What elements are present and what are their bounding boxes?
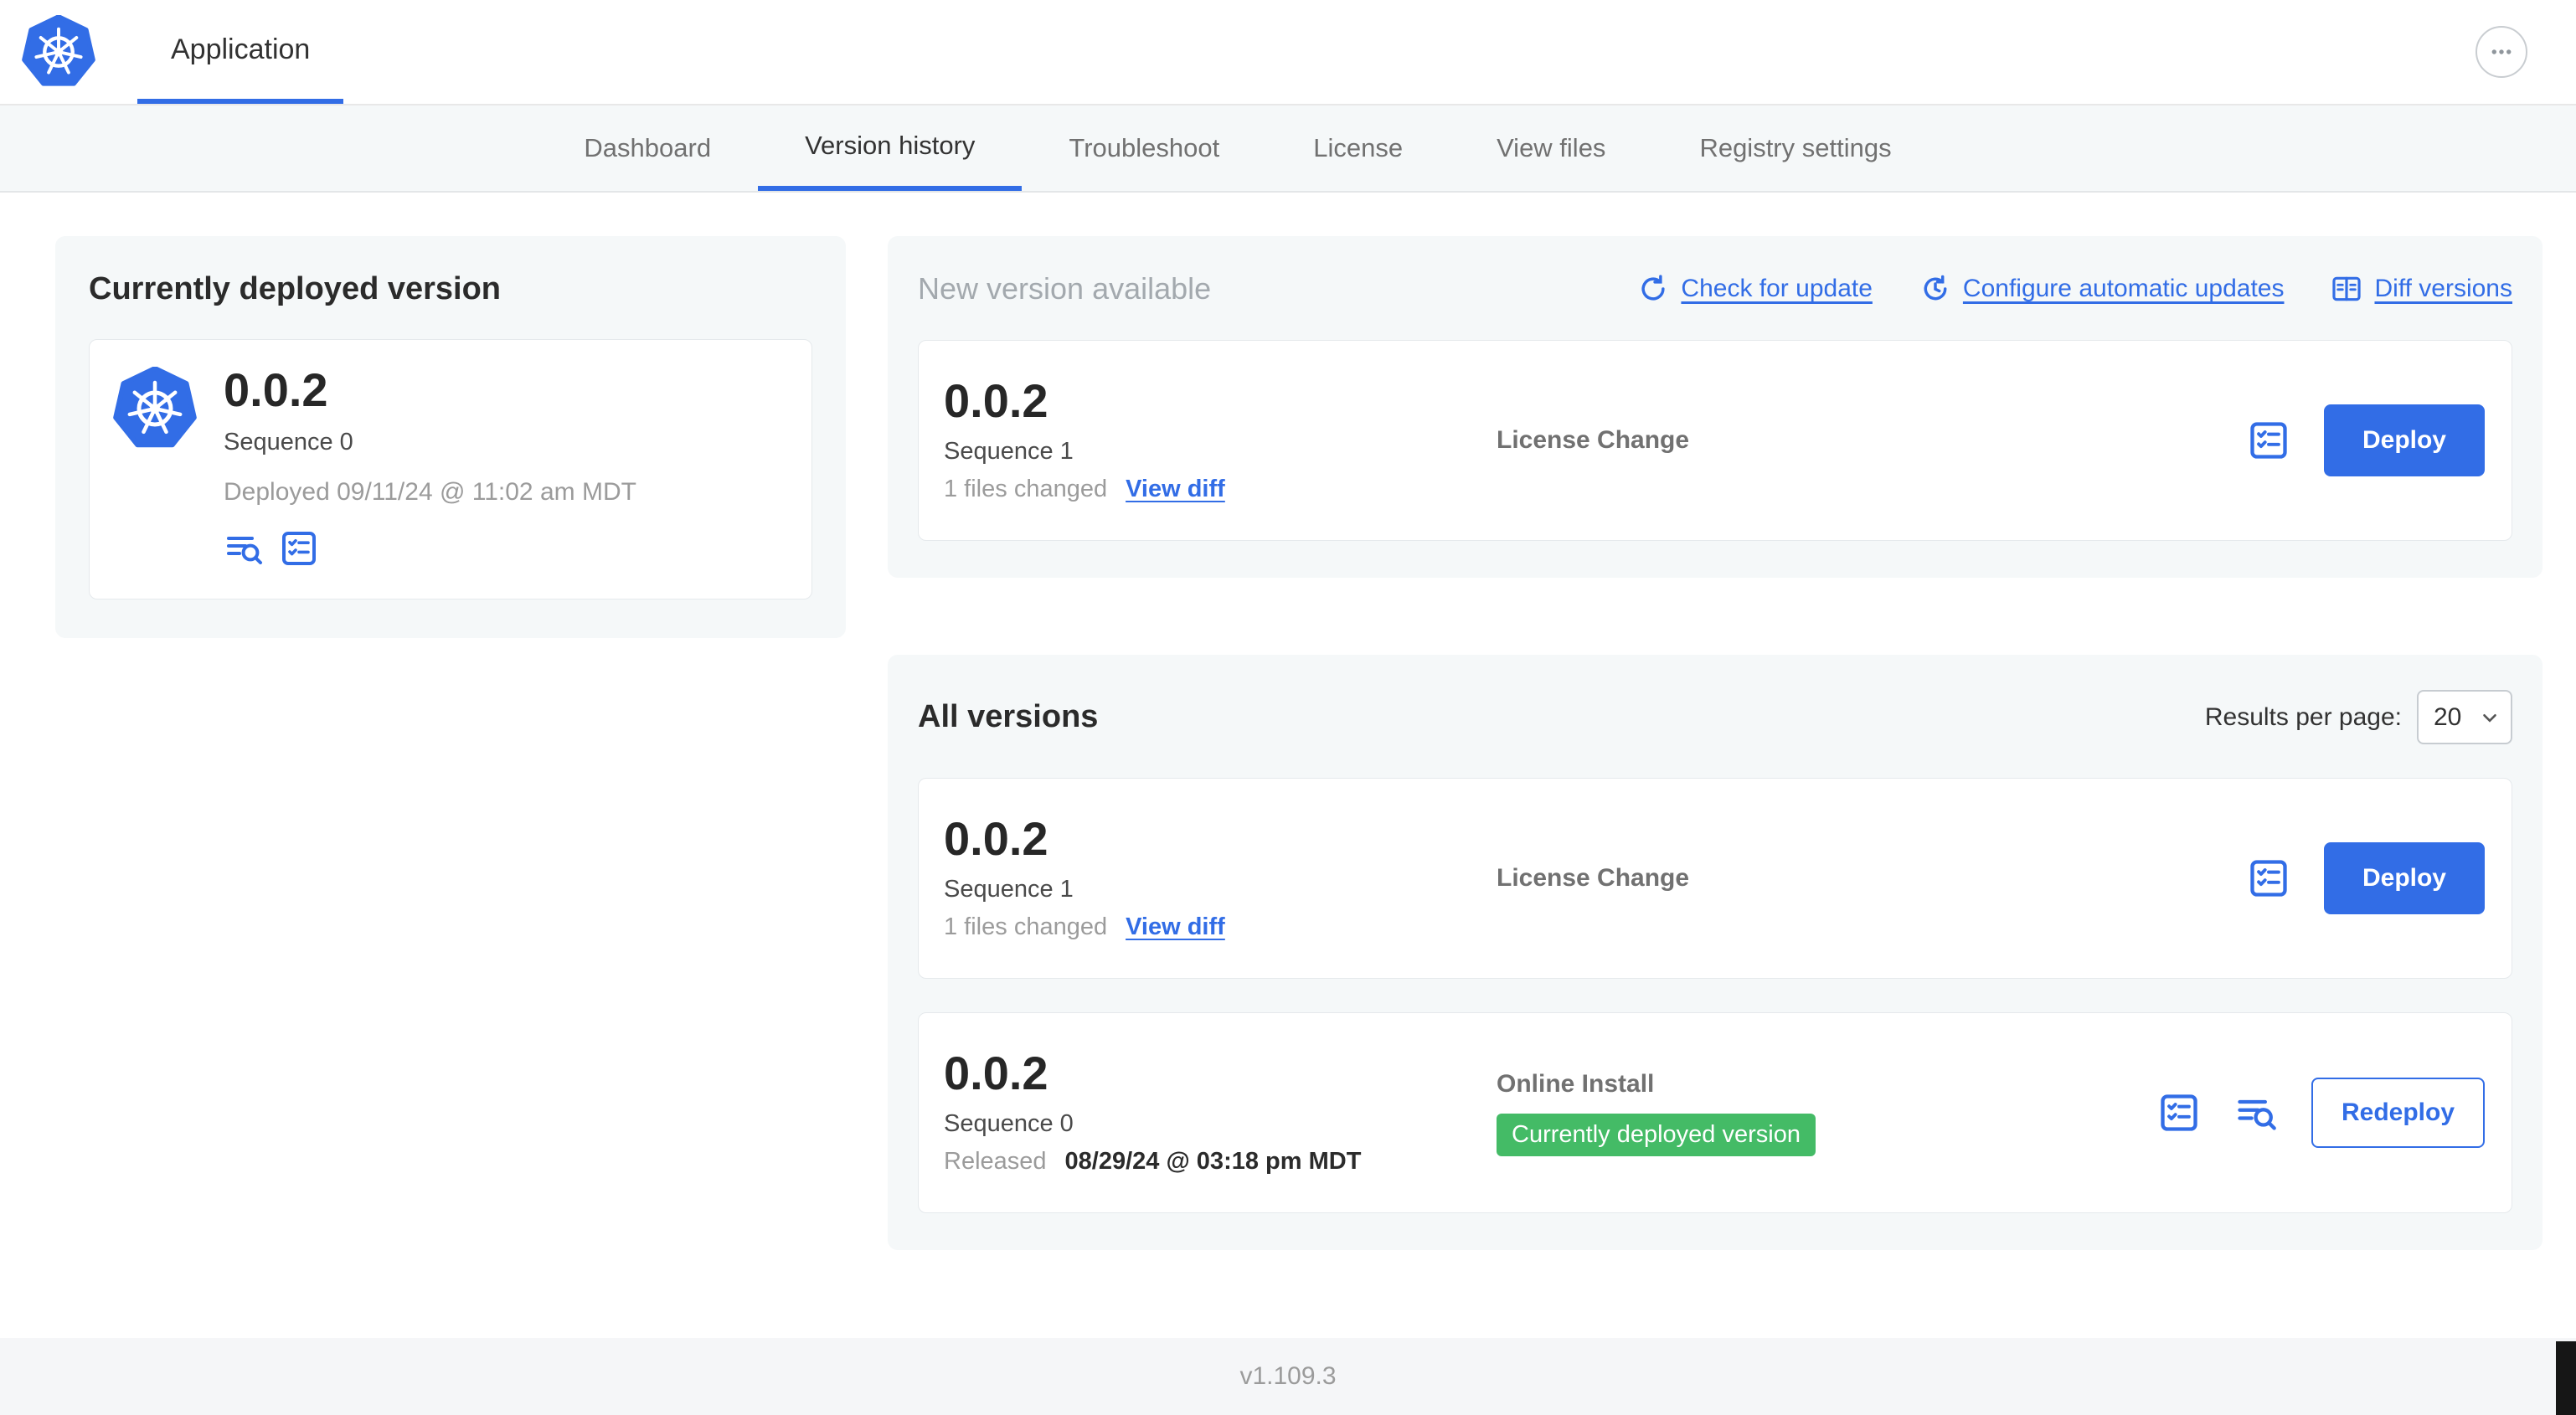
deployed-version-card: 0.0.2 Sequence 0 Deployed 09/11/24 @ 11:… xyxy=(89,339,812,599)
release-notes-icon[interactable] xyxy=(2234,1091,2278,1135)
schedule-clock-icon xyxy=(1924,275,1947,301)
tab-troubleshoot[interactable]: Troubleshoot xyxy=(1022,105,1266,191)
results-per-page-label: Results per page: xyxy=(2204,702,2402,731)
new-version-title: New version available xyxy=(918,271,1212,306)
view-diff-link[interactable]: View diff xyxy=(1126,476,1225,503)
redeploy-button[interactable]: Redeploy xyxy=(2311,1078,2485,1148)
version-number: 0.0.2 xyxy=(944,374,1048,427)
deployed-version-number: 0.0.2 xyxy=(224,363,328,416)
deploy-button[interactable]: Deploy xyxy=(2323,404,2485,476)
version-source: License Change xyxy=(1497,864,1690,892)
new-version-row: 0.0.2 Sequence 1 1 files changed View di… xyxy=(918,340,2512,541)
footer: v1.109.3 xyxy=(0,1338,2576,1415)
version-sequence: Sequence 0 xyxy=(944,1110,1074,1137)
currently-deployed-card: Currently deployed version 0.0.2 Sequenc… xyxy=(55,236,846,638)
version-row: 0.0.2 Sequence 1 1 files changed View di… xyxy=(918,778,2512,979)
released-date: 08/29/24 @ 03:18 pm MDT xyxy=(1064,1148,1362,1175)
console-version: v1.109.3 xyxy=(1239,1362,1337,1390)
kubernetes-app-icon xyxy=(113,367,197,569)
preflight-checks-icon[interactable] xyxy=(2247,857,2290,900)
currently-deployed-badge: Currently deployed version xyxy=(1497,1113,1816,1156)
tab-version-history[interactable]: Version history xyxy=(758,105,1023,191)
app-tab-label: Application xyxy=(171,33,311,65)
deploy-button[interactable]: Deploy xyxy=(2323,842,2485,914)
check-for-update-link[interactable]: Check for update xyxy=(1637,273,1873,305)
version-number: 0.0.2 xyxy=(944,812,1048,865)
refresh-icon xyxy=(1641,275,1666,301)
kubernetes-logo-icon xyxy=(15,0,102,104)
preflight-checks-icon[interactable] xyxy=(2157,1091,2201,1135)
version-sequence: Sequence 1 xyxy=(944,876,1074,903)
diff-versions-link[interactable]: Diff versions xyxy=(2331,273,2512,305)
deployed-sequence: Sequence 0 xyxy=(224,429,353,455)
version-row: 0.0.2 Sequence 0 Released 08/29/24 @ 03:… xyxy=(918,1012,2512,1213)
released-label: Released xyxy=(944,1148,1047,1175)
ellipsis-icon xyxy=(2491,49,2512,54)
version-sequence: Sequence 1 xyxy=(944,438,1074,465)
all-versions-panel: All versions Results per page: 20 0.0.2 … xyxy=(888,655,2543,1250)
files-changed-label: 1 files changed xyxy=(944,476,1108,502)
files-changed-label: 1 files changed xyxy=(944,913,1108,940)
currently-deployed-title: Currently deployed version xyxy=(89,271,502,306)
version-number: 0.0.2 xyxy=(944,1047,1048,1099)
all-versions-title: All versions xyxy=(918,699,1099,734)
preflight-checks-icon[interactable] xyxy=(279,528,319,569)
deployed-timestamp: Deployed 09/11/24 @ 11:02 am MDT xyxy=(224,478,636,506)
diff-icon xyxy=(2332,276,2362,301)
preflight-checks-icon[interactable] xyxy=(2247,419,2290,462)
scrollbar-thumb[interactable] xyxy=(2556,1341,2576,1415)
tab-dashboard[interactable]: Dashboard xyxy=(537,105,758,191)
tab-registry-settings[interactable]: Registry settings xyxy=(1652,105,1938,191)
configure-automatic-updates-link[interactable]: Configure automatic updates xyxy=(1919,273,2284,305)
release-notes-icon[interactable] xyxy=(224,528,264,569)
more-menu-button[interactable] xyxy=(2476,26,2527,78)
app-subnav: Dashboard Version history Troubleshoot L… xyxy=(0,105,2576,193)
new-version-panel: New version available Check for update C… xyxy=(888,236,2543,578)
tab-license[interactable]: License xyxy=(1266,105,1450,191)
version-source: License Change xyxy=(1497,426,1690,454)
app-tab[interactable]: Application xyxy=(137,0,344,104)
view-diff-link[interactable]: View diff xyxy=(1126,913,1225,941)
results-per-page-select[interactable]: 20 xyxy=(2417,690,2512,744)
main-content: Currently deployed version 0.0.2 Sequenc… xyxy=(0,193,2576,1338)
top-header: Application xyxy=(0,0,2576,105)
tab-view-files[interactable]: View files xyxy=(1450,105,1652,191)
version-source: Online Install xyxy=(1497,1069,1655,1098)
